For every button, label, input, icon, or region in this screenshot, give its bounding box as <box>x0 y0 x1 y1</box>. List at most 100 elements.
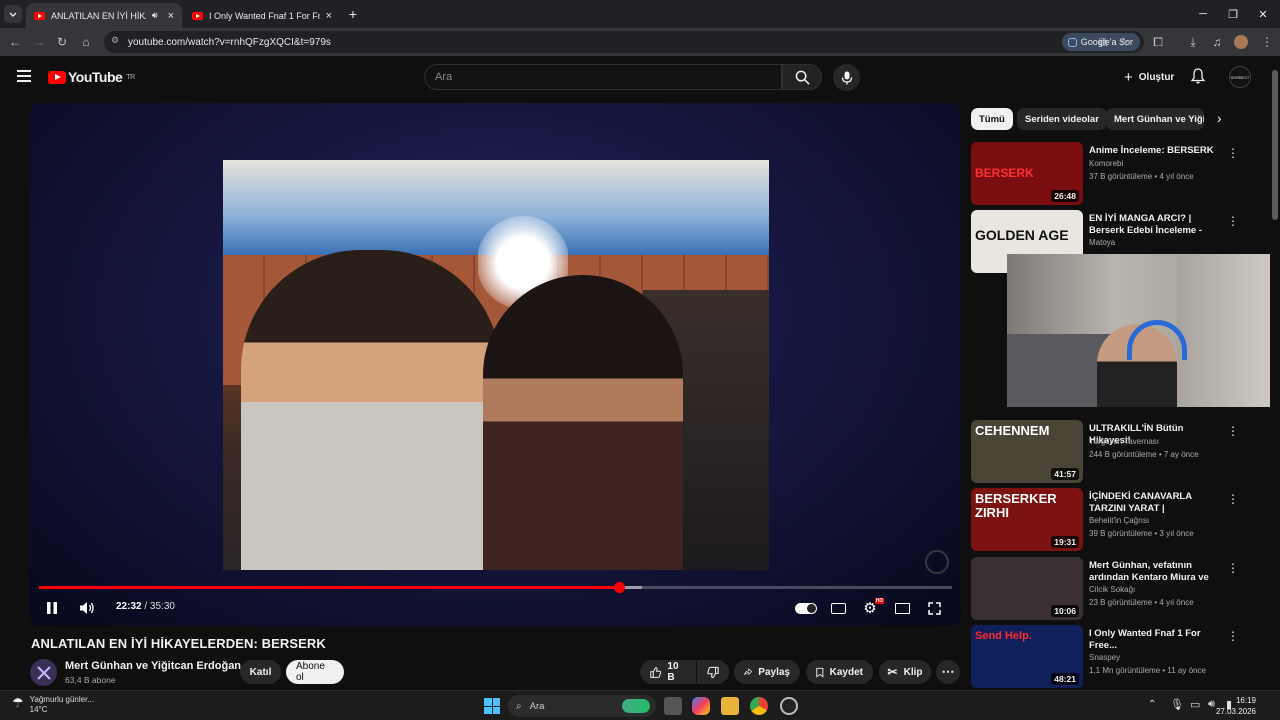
recommendation-title[interactable]: I Only Wanted Fnaf 1 For Free... <box>1089 628 1225 652</box>
bookmark-star-icon[interactable]: ☆ <box>1115 33 1133 51</box>
video-thumbnail[interactable]: CEHENNEM 41:57 <box>971 420 1083 483</box>
miniplayer-button[interactable] <box>893 597 911 619</box>
settings-button[interactable]: ⚙ HD <box>861 597 884 619</box>
dislike-button[interactable] <box>697 660 729 684</box>
system-clock[interactable]: 16:19 27.03.2026 <box>1216 695 1256 717</box>
taskbar-search[interactable]: ⌕ Ara <box>508 695 656 717</box>
speaker-icon[interactable]: 🔊︎ <box>152 10 158 21</box>
tab-search-icon[interactable] <box>4 5 22 23</box>
video-player[interactable]: 22:32 / 35:30 ⚙ HD <box>30 103 961 626</box>
more-vert-icon[interactable]: ⋮ <box>1227 629 1239 643</box>
extensions-icon[interactable]: ⧠ <box>1149 33 1167 51</box>
new-tab-button[interactable]: + <box>338 4 368 24</box>
app-icon[interactable] <box>780 697 798 715</box>
tray-chevron-icon[interactable]: ⌃ <box>1148 699 1156 710</box>
minimize-button[interactable]: ─ <box>1188 4 1218 24</box>
recommendation-channel[interactable]: Cilcik Sokağı <box>1089 585 1135 594</box>
page-scrollbar[interactable] <box>1270 56 1280 690</box>
chip-series[interactable]: Seriden videolar <box>1017 108 1107 130</box>
chips-next-icon[interactable]: › <box>1217 110 1222 126</box>
network-icon[interactable]: ▭ <box>1190 698 1200 711</box>
recommendation-channel[interactable]: Turgut'un Tavernası <box>1089 437 1159 446</box>
forward-icon[interactable]: → <box>30 33 48 51</box>
join-button[interactable]: Katıl <box>240 660 281 684</box>
windows-taskbar: ☂ Yağmurlu günler... 14°C ⌕ Ara ⌃ 🎙︎ ▭ 🔊… <box>0 690 1280 720</box>
channel-avatar[interactable] <box>30 659 57 686</box>
reload-icon[interactable]: ↻ <box>53 33 71 51</box>
recommendation-item[interactable]: BERSERK 26:48 Anime İnceleme: BERSERK Komor… <box>971 142 1261 206</box>
pause-button[interactable] <box>43 597 61 619</box>
webcam-overlay <box>1007 254 1280 407</box>
downloads-icon[interactable]: ⤓ <box>1184 33 1202 51</box>
subscribe-button[interactable]: Abone ol <box>286 660 344 684</box>
recommendation-title[interactable]: Anime İnceleme: BERSERK <box>1089 145 1225 157</box>
account-avatar[interactable]: SERBEST <box>1229 66 1251 88</box>
video-thumbnail[interactable]: 10:06 <box>971 557 1083 620</box>
volume-button[interactable] <box>77 597 97 619</box>
chip-all[interactable]: Tümü <box>971 108 1013 130</box>
subtitles-button[interactable] <box>829 597 847 619</box>
volume-tray-icon[interactable]: 🔊︎ <box>1208 698 1215 711</box>
site-info-icon[interactable]: ⚙ <box>111 35 119 46</box>
search-input[interactable]: Ara <box>424 64 782 90</box>
tab-active[interactable]: ANLATILAN EN İYİ HİKAYELER 🔊︎ × <box>26 3 182 28</box>
voice-search-button[interactable] <box>833 64 860 91</box>
fullscreen-button[interactable] <box>925 597 943 619</box>
recommendation-title[interactable]: Mert Günhan, vefatının ardından Kentaro … <box>1089 560 1225 584</box>
recommendation-item[interactable]: Send Help. 48:21 I Only Wanted Fnaf 1 For … <box>971 625 1261 689</box>
chip-channel[interactable]: Mert Günhan ve Yiğitcan <box>1106 108 1204 130</box>
browser-menu-icon[interactable]: ⋮ <box>1258 33 1276 51</box>
close-tab-icon[interactable]: × <box>168 10 174 22</box>
weather-widget[interactable]: ☂ Yağmurlu günler... 14°C <box>12 695 94 715</box>
like-button[interactable]: 10 B <box>640 660 696 684</box>
address-bar[interactable]: ⚙ youtube.com/watch?v=rnhQFzgXQCI&t=979s… <box>104 31 1144 53</box>
more-actions-button[interactable]: ⋯ <box>936 660 960 684</box>
recommendation-title[interactable]: EN İYİ MANGA ARCI? | Berserk Edebi İncel… <box>1089 213 1225 237</box>
install-app-icon[interactable]: ⧉ <box>1094 33 1112 51</box>
microphone-tray-icon[interactable]: 🎙︎ <box>1170 698 1184 711</box>
task-view-icon[interactable] <box>664 697 682 715</box>
file-explorer-icon[interactable] <box>721 697 739 715</box>
tab-inactive[interactable]: I Only Wanted Fnaf 1 For Free... × <box>184 3 340 28</box>
more-vert-icon[interactable]: ⋮ <box>1227 214 1239 228</box>
close-window-button[interactable]: ✕ <box>1248 4 1278 24</box>
media-control-icon[interactable]: ♫ <box>1208 33 1226 51</box>
progress-bar[interactable] <box>39 582 952 593</box>
video-thumbnail[interactable]: BERSERK 26:48 <box>971 142 1083 205</box>
video-thumbnail[interactable]: BERSERKER ZIRHI 19:31 <box>971 488 1083 551</box>
recommendation-item[interactable]: CEHENNEM 41:57 ULTRAKILL'İN Bütün Hikayesi… <box>971 420 1261 484</box>
recommendation-channel[interactable]: Komorebi <box>1089 159 1123 168</box>
hamburger-menu-icon[interactable] <box>17 70 31 82</box>
clip-button[interactable]: ✂ Klip <box>879 660 931 684</box>
channel-name[interactable]: Mert Günhan ve Yiğitcan Erdoğan <box>65 660 241 672</box>
search-button[interactable] <box>782 64 822 90</box>
more-vert-icon[interactable]: ⋮ <box>1227 424 1239 438</box>
create-button[interactable]: + Oluştur <box>1114 65 1184 89</box>
more-vert-icon[interactable]: ⋮ <box>1227 146 1239 160</box>
save-button[interactable]: Kaydet <box>806 660 873 684</box>
progress-scrubber[interactable] <box>613 582 625 593</box>
restore-button[interactable]: ❐ <box>1218 4 1248 24</box>
notifications-bell-icon[interactable] <box>1190 68 1206 87</box>
chrome-icon[interactable] <box>750 697 768 715</box>
youtube-logo[interactable]: YouTube TR <box>48 69 135 85</box>
recommendation-item[interactable]: BERSERKER ZIRHI 19:31 İÇİNDEKİ CANAVARLA T… <box>971 488 1261 552</box>
start-button-icon[interactable] <box>484 698 500 714</box>
scrollbar-thumb[interactable] <box>1272 70 1278 220</box>
recommendation-channel[interactable]: Snaspey <box>1089 653 1120 662</box>
more-vert-icon[interactable]: ⋮ <box>1227 492 1239 506</box>
recommendation-title[interactable]: İÇİNDEKİ CANAVARLA TARZINI YARAT | BERSE… <box>1089 491 1225 515</box>
copilot-icon[interactable] <box>692 697 710 715</box>
recommendation-channel[interactable]: Behelit'in Çağrısı <box>1089 516 1149 525</box>
channel-watermark-icon[interactable] <box>925 550 949 574</box>
recommendation-channel[interactable]: Matoya <box>1089 238 1115 247</box>
home-icon[interactable]: ⌂ <box>77 33 95 51</box>
close-tab-icon[interactable]: × <box>326 10 332 22</box>
back-icon[interactable]: ← <box>6 33 24 51</box>
more-vert-icon[interactable]: ⋮ <box>1227 561 1239 575</box>
share-button[interactable]: Paylaş <box>734 660 800 684</box>
autoplay-toggle[interactable] <box>795 597 817 619</box>
recommendation-item[interactable]: 10:06 Mert Günhan, vefatının ardından Ken… <box>971 557 1261 621</box>
video-thumbnail[interactable]: Send Help. 48:21 <box>971 625 1083 688</box>
profile-avatar-icon[interactable] <box>1232 33 1250 51</box>
